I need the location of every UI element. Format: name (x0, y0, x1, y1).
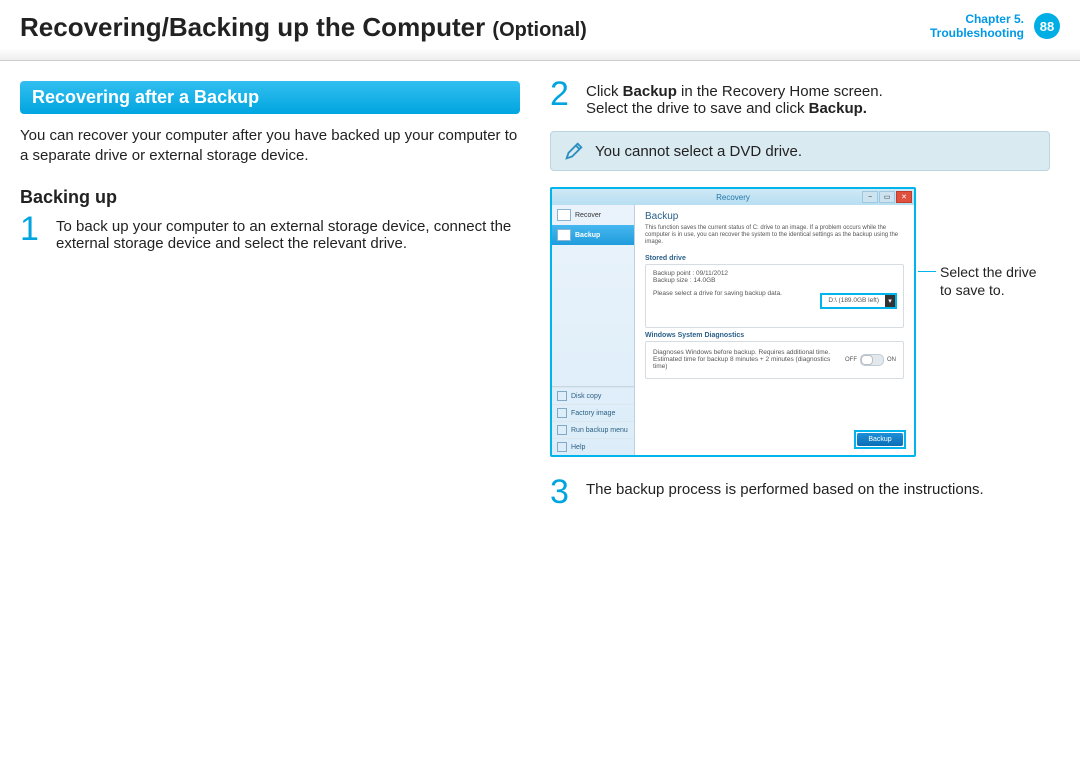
left-column: Recovering after a Backup You can recove… (20, 81, 520, 520)
app-titlebar: Recovery − ▭ ✕ (552, 189, 914, 205)
page-number-badge: 88 (1034, 13, 1060, 39)
sidebar-bottom: Disk copy Factory image Run backup menu … (552, 386, 634, 455)
sidebar-item-backup[interactable]: Backup (552, 225, 634, 245)
chapter-line1: Chapter 5. (930, 12, 1024, 26)
step2-line2b: Backup. (809, 100, 867, 117)
main-title: Backup (645, 211, 904, 222)
callout-text: Select the drive to save to. (940, 263, 1050, 299)
toggle-on-label: ON (887, 357, 896, 363)
main-desc: This function saves the current status o… (645, 225, 904, 247)
sidebar-run-backup[interactable]: Run backup menu (552, 421, 634, 438)
callout-line (918, 271, 936, 272)
run-backup-label: Run backup menu (571, 427, 628, 434)
drive-select-value: D:\ (189.0GB left) (822, 297, 885, 304)
content-columns: Recovering after a Backup You can recove… (0, 61, 1080, 540)
chapter-block: Chapter 5. Troubleshooting (930, 12, 1024, 41)
step-2-text: Click Backup in the Recovery Home screen… (586, 81, 883, 117)
backup-button[interactable]: Backup (857, 433, 903, 446)
step-1: 1 To back up your computer to an externa… (20, 216, 520, 252)
step-3: 3 The backup process is performed based … (550, 479, 1050, 506)
diagnostics-text: Diagnoses Windows before backup. Require… (653, 349, 845, 370)
factory-image-label: Factory image (571, 410, 615, 417)
step2-c: in the Recovery Home screen. (677, 83, 883, 100)
diagnostics-toggle[interactable]: OFF ON (845, 354, 896, 366)
note-box: You cannot select a DVD drive. (550, 131, 1050, 171)
note-text: You cannot select a DVD drive. (595, 143, 802, 160)
right-column: 2 Click Backup in the Recovery Home scre… (550, 81, 1050, 520)
toggle-track (860, 354, 884, 366)
step-2-number: 2 (550, 81, 578, 117)
subhead-backing-up: Backing up (20, 187, 520, 208)
diagnostics-label: Windows System Diagnostics (645, 332, 904, 339)
sidebar-backup-label: Backup (575, 232, 600, 239)
section-title-bar: Recovering after a Backup (20, 81, 520, 114)
sidebar-item-recover[interactable]: Recover (552, 205, 634, 225)
diagnostics-panel: Diagnoses Windows before backup. Require… (645, 341, 904, 379)
step-1-text: To back up your computer to an external … (56, 216, 520, 252)
app-body: Recover Backup Disk copy Factory image R… (552, 205, 914, 455)
page-header: Recovering/Backing up the Computer (Opti… (0, 0, 1080, 61)
factory-image-icon (557, 408, 567, 418)
backup-point: Backup point : 09/11/2012 (653, 270, 896, 277)
backup-button-highlight: Backup (854, 430, 906, 449)
stored-drive-panel: Backup point : 09/11/2012 Backup size : … (645, 264, 904, 328)
recover-icon (557, 209, 571, 221)
step-3-text: The backup process is performed based on… (586, 479, 984, 506)
backup-size: Backup size : 14.0GB (653, 277, 896, 284)
page-title: Recovering/Backing up the Computer (Opti… (20, 12, 587, 43)
recovery-app-window: Recovery − ▭ ✕ Recover (550, 187, 916, 457)
page-number: 88 (1040, 19, 1054, 34)
callout-area: Select the drive to save to. (922, 187, 1050, 299)
section-title: Recovering after a Backup (32, 87, 259, 107)
run-backup-icon (557, 425, 567, 435)
header-right: Chapter 5. Troubleshooting 88 (930, 12, 1060, 41)
step-2: 2 Click Backup in the Recovery Home scre… (550, 81, 1050, 117)
step-3-number: 3 (550, 479, 578, 506)
drive-select-dropdown[interactable]: D:\ (189.0GB left) ▾ (820, 293, 897, 309)
help-icon (557, 442, 567, 452)
close-button[interactable]: ✕ (896, 191, 912, 203)
step-1-number: 1 (20, 216, 48, 252)
figure-wrap: Recovery − ▭ ✕ Recover (550, 187, 1050, 457)
app-title: Recovery (552, 193, 914, 202)
backup-icon (557, 229, 571, 241)
disk-copy-label: Disk copy (571, 393, 601, 400)
toggle-knob (861, 355, 873, 365)
chapter-line2: Troubleshooting (930, 26, 1024, 40)
note-icon (563, 140, 585, 162)
chevron-down-icon: ▾ (885, 295, 895, 307)
sidebar-spacer (552, 245, 634, 386)
app-sidebar: Recover Backup Disk copy Factory image R… (552, 205, 635, 455)
stored-drive-label: Stored drive (645, 255, 904, 262)
minimize-button[interactable]: − (862, 191, 878, 203)
sidebar-factory-image[interactable]: Factory image (552, 404, 634, 421)
backup-button-label: Backup (868, 436, 891, 443)
step2-line2a: Select the drive to save and click (586, 100, 809, 117)
title-main: Recovering/Backing up the Computer (20, 12, 485, 42)
step2-b: Backup (623, 83, 677, 100)
app-main: Backup This function saves the current s… (635, 205, 914, 455)
sidebar-help[interactable]: Help (552, 438, 634, 455)
title-suffix: (Optional) (492, 19, 586, 41)
intro-text: You can recover your computer after you … (20, 126, 520, 167)
maximize-button[interactable]: ▭ (879, 191, 895, 203)
help-label: Help (571, 444, 585, 451)
window-buttons: − ▭ ✕ (862, 191, 912, 203)
disk-copy-icon (557, 391, 567, 401)
step2-a: Click (586, 83, 623, 100)
sidebar-disk-copy[interactable]: Disk copy (552, 387, 634, 404)
sidebar-recover-label: Recover (575, 212, 601, 219)
toggle-off-label: OFF (845, 357, 857, 363)
